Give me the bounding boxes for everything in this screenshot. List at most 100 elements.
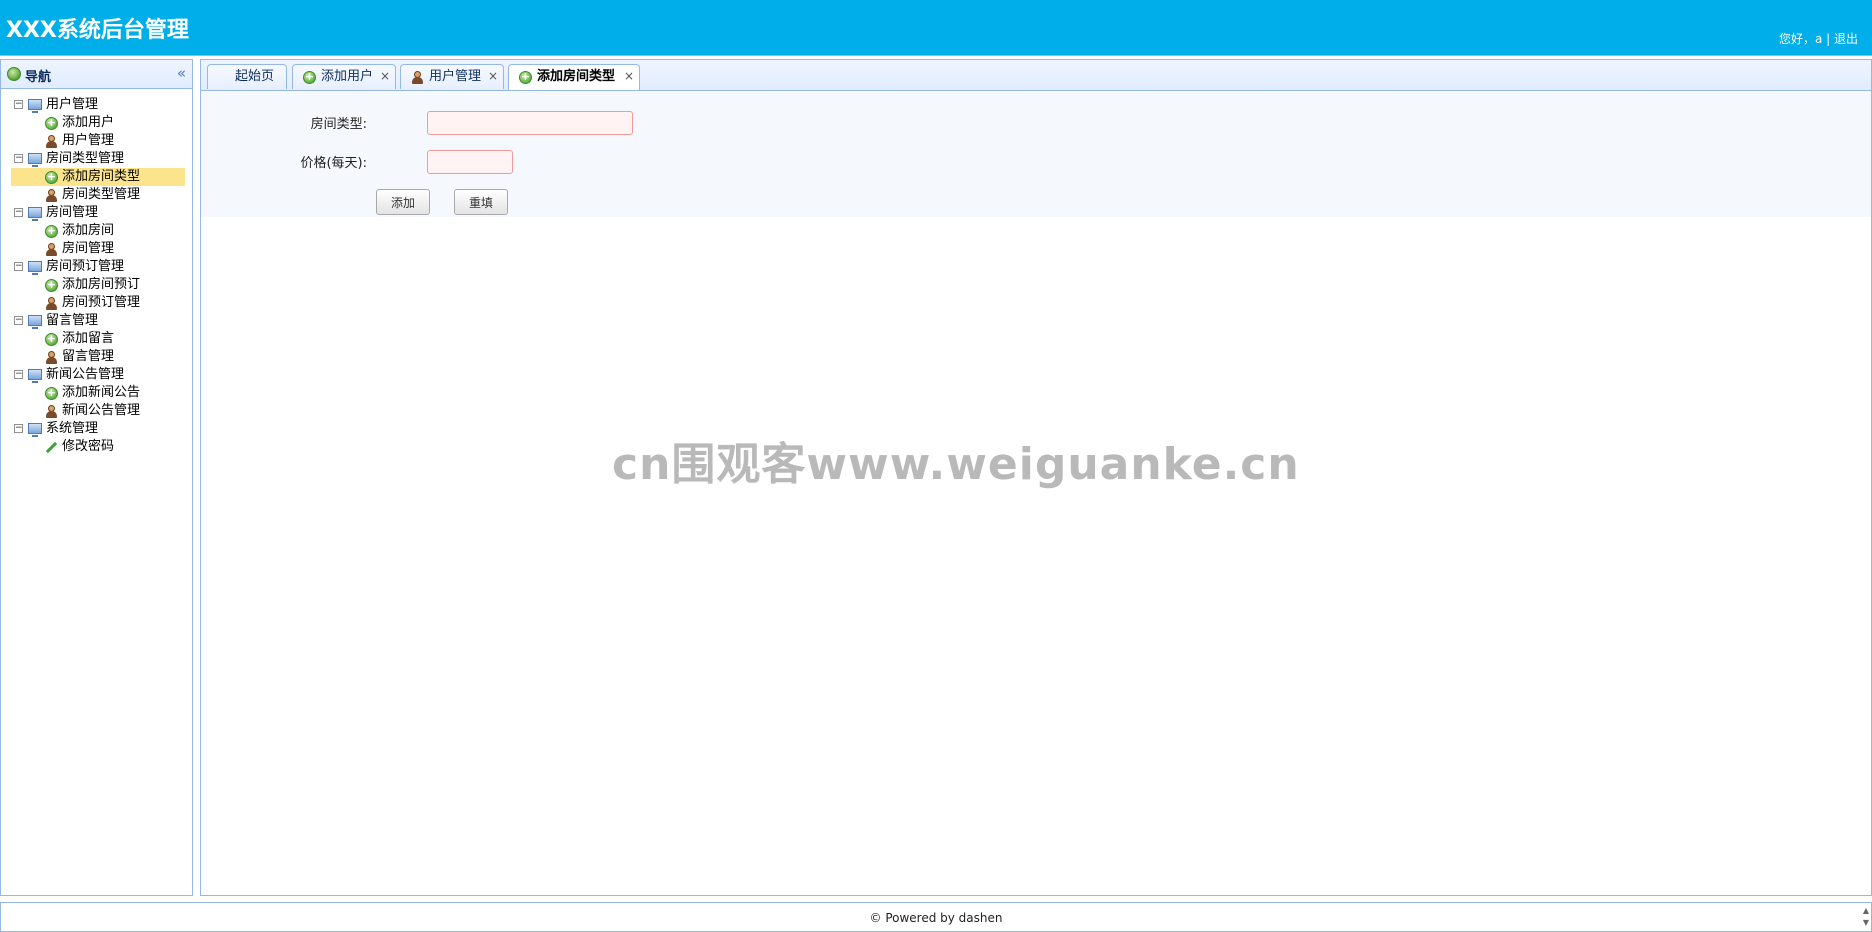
add-icon: + [45, 332, 58, 346]
tree-group-room-type-mgmt[interactable]: − 房间类型管理 [1, 150, 192, 168]
tree-group-news-mgmt[interactable]: − 新闻公告管理 [1, 366, 192, 384]
footer: © Powered by dashen ▲ ▼ [0, 902, 1872, 932]
tab-label: 起始页 [235, 69, 275, 84]
collapse-toggle-icon[interactable]: − [14, 208, 23, 217]
add-icon: + [45, 116, 58, 130]
tree-item-add-news[interactable]: + 添加新闻公告 [1, 384, 192, 402]
tree-item-label: 添加房间 [62, 223, 115, 238]
tab-label: 添加房间类型 [537, 69, 616, 84]
monitor-icon [28, 99, 42, 113]
tree-item-booking-mgmt[interactable]: 房间预订管理 [1, 294, 192, 312]
tree-group-user-mgmt[interactable]: − 用户管理 [1, 96, 192, 114]
tree-item-add-room[interactable]: + 添加房间 [1, 222, 192, 240]
monitor-icon [28, 153, 42, 167]
collapse-toggle-icon[interactable]: − [14, 370, 23, 379]
collapse-toggle-icon[interactable]: − [14, 262, 23, 271]
user-icon [411, 71, 424, 84]
tree-item-add-booking[interactable]: + 添加房间预订 [1, 276, 192, 294]
tree-group-system-mgmt[interactable]: − 系统管理 [1, 420, 192, 438]
nav-sidebar: 导航 « − 用户管理 + 添加用户 用户管理 − 房间类型管理 + 添加房间类… [0, 59, 193, 896]
nav-globe-icon [7, 67, 21, 81]
tree-item-add-user[interactable]: + 添加用户 [1, 114, 192, 132]
tree-group-label: 新闻公告管理 [46, 367, 125, 382]
collapse-toggle-icon[interactable]: − [14, 154, 23, 163]
room-type-input[interactable] [427, 111, 633, 135]
tree-item-label: 房间管理 [62, 241, 115, 256]
tree-item-message-mgmt[interactable]: 留言管理 [1, 348, 192, 366]
monitor-icon [28, 207, 42, 221]
tree-item-label: 房间类型管理 [62, 187, 141, 202]
collapse-toggle-icon[interactable]: − [14, 100, 23, 109]
tree-item-add-room-type[interactable]: + 添加房间类型 [11, 168, 185, 186]
tree-item-label: 用户管理 [62, 133, 115, 148]
separator: | [1822, 32, 1834, 46]
price-input[interactable] [427, 150, 513, 174]
tree-group-label: 房间类型管理 [46, 151, 125, 166]
tab-user-mgmt[interactable]: 用户管理 × [400, 64, 504, 89]
add-icon: + [45, 224, 58, 238]
tab-add-room-type[interactable]: + 添加房间类型 × [508, 64, 640, 90]
double-chevron-left-icon[interactable]: « [177, 64, 186, 82]
scroll-arrows-icon[interactable]: ▲ ▼ [1863, 905, 1869, 929]
close-icon[interactable]: × [380, 65, 390, 88]
tree-group-booking-mgmt[interactable]: − 房间预订管理 [1, 258, 192, 276]
tree-item-label: 修改密码 [62, 439, 115, 454]
monitor-icon [28, 315, 42, 329]
nav-tree: − 用户管理 + 添加用户 用户管理 − 房间类型管理 + 添加房间类型 房间类… [1, 96, 192, 456]
monitor-icon [28, 261, 42, 275]
greeting-text: 您好，a [1778, 32, 1823, 46]
tree-group-label: 房间预订管理 [46, 259, 125, 274]
tree-item-label: 添加用户 [62, 115, 115, 130]
collapse-toggle-icon[interactable]: − [14, 424, 23, 433]
user-icon [45, 405, 58, 418]
user-icon [45, 297, 58, 310]
tree-item-label: 留言管理 [62, 349, 115, 364]
reset-button[interactable]: 重填 [454, 189, 508, 215]
add-icon: + [45, 170, 58, 184]
monitor-icon [28, 369, 42, 383]
tree-item-change-password[interactable]: 修改密码 [1, 438, 192, 456]
tree-item-label: 添加留言 [62, 331, 115, 346]
top-header: XXX系统后台管理 您好，a | 退出 [0, 0, 1872, 56]
tab-add-user[interactable]: + 添加用户 × [292, 64, 396, 89]
tree-item-label: 添加房间类型 [62, 169, 141, 184]
collapse-toggle-icon[interactable]: − [14, 316, 23, 325]
tree-group-label: 系统管理 [46, 421, 99, 436]
tree-item-label: 新闻公告管理 [62, 403, 141, 418]
monitor-icon [28, 423, 42, 437]
tree-item-label: 添加新闻公告 [62, 385, 141, 400]
add-room-type-form: 房间类型: 价格(每天): 添加 重填 [201, 91, 1871, 217]
tab-home[interactable]: 起始页 [207, 64, 287, 89]
tree-item-label: 房间预订管理 [62, 295, 141, 310]
add-icon: + [45, 278, 58, 292]
tree-item-room-mgmt[interactable]: 房间管理 [1, 240, 192, 258]
tree-group-room-mgmt[interactable]: − 房间管理 [1, 204, 192, 222]
add-icon: + [45, 386, 58, 400]
add-icon: + [519, 70, 532, 84]
user-icon [45, 189, 58, 202]
tree-group-message-mgmt[interactable]: − 留言管理 [1, 312, 192, 330]
user-bar: 您好，a | 退出 [1779, 30, 1858, 47]
close-icon[interactable]: × [624, 65, 634, 88]
pencil-icon [42, 438, 60, 456]
sidebar-header: 导航 « [1, 60, 192, 89]
close-icon[interactable]: × [488, 65, 498, 88]
user-icon [45, 243, 58, 256]
tabs-bar: 起始页 + 添加用户 × 用户管理 × + 添加房间类型 × [201, 60, 1871, 91]
user-icon [45, 351, 58, 364]
tree-item-news-mgmt[interactable]: 新闻公告管理 [1, 402, 192, 420]
tree-item-label: 添加房间预订 [62, 277, 141, 292]
footer-text: © Powered by dashen [869, 911, 1003, 925]
tree-item-user-mgmt[interactable]: 用户管理 [1, 132, 192, 150]
room-type-label: 房间类型: [310, 117, 367, 132]
tree-group-label: 留言管理 [46, 313, 99, 328]
tree-item-add-message[interactable]: + 添加留言 [1, 330, 192, 348]
add-button[interactable]: 添加 [376, 189, 430, 215]
price-label: 价格(每天): [300, 156, 367, 171]
logout-link[interactable]: 退出 [1834, 32, 1858, 46]
app-title: XXX系统后台管理 [6, 18, 189, 43]
sidebar-title: 导航 [25, 70, 52, 85]
tree-group-label: 房间管理 [46, 205, 99, 220]
watermark-text: cn围观客www.weiguanke.cn [612, 439, 1300, 490]
tree-item-room-type-mgmt[interactable]: 房间类型管理 [1, 186, 192, 204]
